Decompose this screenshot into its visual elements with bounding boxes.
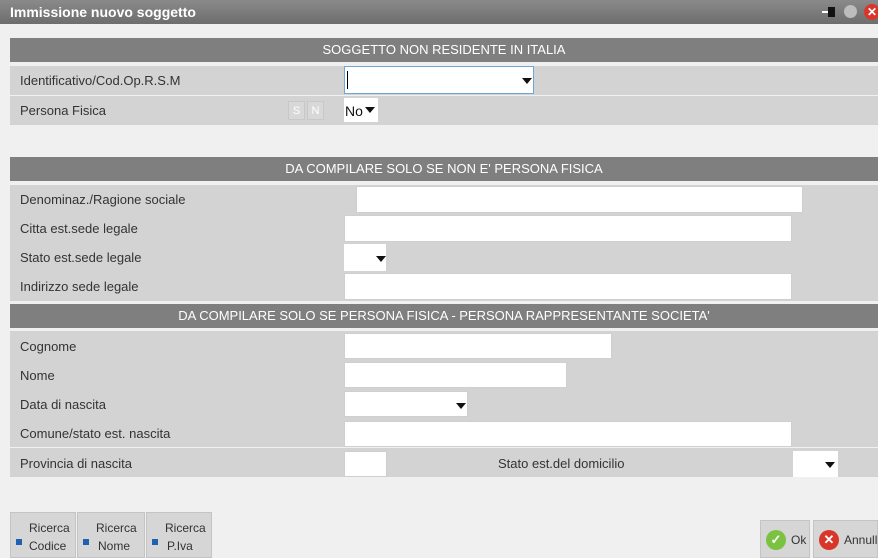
row-cognome: Cognome: [10, 331, 878, 360]
cancel-x-icon: ✕: [819, 530, 839, 550]
ricerca-nome-button[interactable]: Ricerca Nome: [77, 512, 145, 558]
row-persona-fisica: Persona Fisica S N No: [10, 96, 878, 125]
persona-fisica-select[interactable]: No: [344, 98, 378, 122]
dropdown-arrow-icon[interactable]: [825, 462, 835, 468]
close-icon[interactable]: ✕: [864, 4, 878, 20]
pin-icon[interactable]: [822, 5, 836, 19]
denominazione-label: Denominaz./Ragione sociale: [20, 192, 186, 207]
blue-square-icon: [152, 539, 158, 545]
ok-check-icon: ✓: [766, 530, 786, 550]
blue-square-icon: [16, 539, 22, 545]
stato-domicilio-label: Stato est.del domicilio: [498, 456, 625, 471]
ricerca-codice-button[interactable]: Ricerca Codice: [10, 512, 76, 558]
row-data-nascita: Data di nascita: [10, 389, 878, 418]
provincia-nascita-label: Provincia di nascita: [20, 456, 132, 471]
identificativo-field[interactable]: [344, 66, 534, 94]
stato-domicilio-select[interactable]: [793, 451, 838, 477]
ricerca-nome-line1: Ricerca: [96, 521, 137, 535]
section-header-non-persona-fisica: DA COMPILARE SOLO SE NON E' PERSONA FISI…: [10, 157, 878, 181]
persona-fisica-label: Persona Fisica: [20, 103, 106, 118]
comune-nascita-field[interactable]: [344, 421, 792, 447]
ok-button[interactable]: ✓ Ok: [760, 520, 810, 558]
dropdown-arrow-icon[interactable]: [456, 403, 466, 409]
row-denominazione: Denominaz./Ragione sociale: [10, 185, 878, 214]
annulla-label: Annull: [844, 533, 878, 547]
section-header-non-residente: SOGGETTO NON RESIDENTE IN ITALIA: [10, 38, 878, 62]
nome-label: Nome: [20, 368, 55, 383]
row-provincia-nascita: Provincia di nascita Stato est.del domic…: [10, 448, 878, 477]
provincia-nascita-field[interactable]: [344, 451, 387, 477]
ricerca-piva-line1: Ricerca: [165, 521, 206, 535]
cognome-field[interactable]: [344, 333, 612, 359]
nome-field[interactable]: [344, 362, 567, 388]
row-citta-sede: Citta est.sede legale: [10, 214, 878, 243]
row-nome: Nome: [10, 360, 878, 389]
cognome-label: Cognome: [20, 339, 77, 354]
circle-icon[interactable]: [844, 5, 857, 18]
text-cursor: [347, 71, 348, 89]
ricerca-codice-line1: Ricerca: [29, 521, 70, 535]
annulla-button[interactable]: ✕ Annull: [813, 520, 878, 558]
row-stato-sede: Stato est.sede legale: [10, 243, 878, 272]
stato-sede-label: Stato est.sede legale: [20, 250, 142, 265]
ricerca-codice-line2: Codice: [29, 539, 67, 553]
indirizzo-sede-field[interactable]: [344, 273, 792, 300]
persona-fisica-n-button[interactable]: N: [307, 101, 324, 120]
persona-fisica-value: No: [345, 103, 363, 119]
row-indirizzo-sede: Indirizzo sede legale: [10, 272, 878, 301]
ricerca-piva-line2: P.Iva: [167, 539, 193, 553]
persona-fisica-s-button[interactable]: S: [288, 101, 305, 120]
citta-sede-label: Citta est.sede legale: [20, 221, 138, 236]
data-nascita-field[interactable]: [344, 391, 468, 417]
ok-label: Ok: [791, 533, 807, 547]
denominazione-field[interactable]: [356, 186, 803, 213]
dropdown-arrow-icon[interactable]: [376, 256, 386, 262]
data-nascita-label: Data di nascita: [20, 397, 106, 412]
section-header-persona-fisica: DA COMPILARE SOLO SE PERSONA FISICA - PE…: [10, 304, 878, 328]
citta-sede-field[interactable]: [344, 215, 792, 242]
identificativo-label: Identificativo/Cod.Op.R.S.M: [20, 73, 181, 88]
window-title: Immissione nuovo soggetto: [10, 4, 196, 20]
indirizzo-sede-label: Indirizzo sede legale: [20, 279, 139, 294]
comune-nascita-label: Comune/stato est. nascita: [20, 426, 171, 441]
ricerca-piva-button[interactable]: Ricerca P.Iva: [146, 512, 212, 558]
ricerca-nome-line2: Nome: [98, 539, 131, 553]
row-comune-nascita: Comune/stato est. nascita: [10, 418, 878, 447]
dropdown-arrow-icon[interactable]: [522, 78, 532, 84]
dropdown-arrow-icon[interactable]: [365, 107, 375, 113]
blue-square-icon: [83, 539, 89, 545]
row-identificativo: Identificativo/Cod.Op.R.S.M: [10, 66, 878, 95]
title-bar: Immissione nuovo soggetto ✕: [0, 0, 878, 24]
stato-sede-select[interactable]: [344, 244, 386, 271]
